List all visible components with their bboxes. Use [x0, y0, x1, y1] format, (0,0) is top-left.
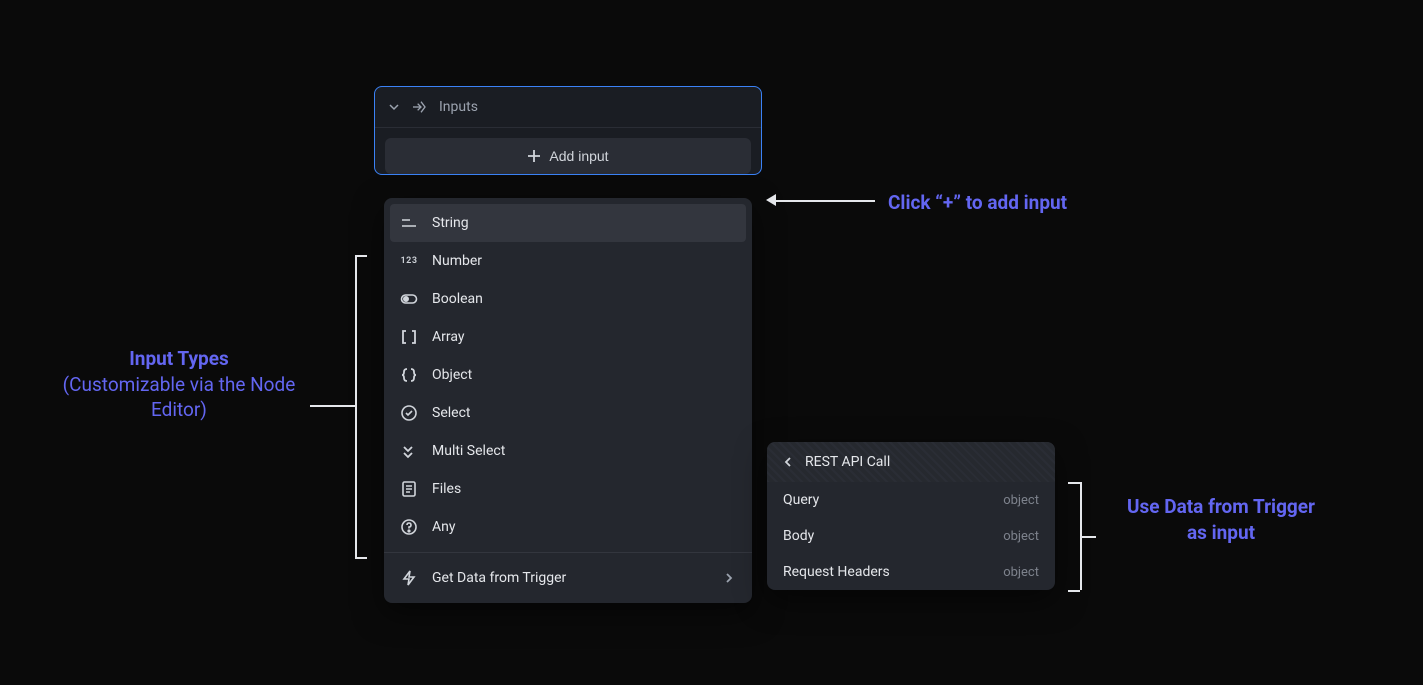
bracket-line — [355, 557, 367, 559]
type-option-any[interactable]: Any — [384, 508, 752, 546]
type-option-label: Multi Select — [432, 443, 505, 459]
type-option-boolean[interactable]: Boolean — [384, 280, 752, 318]
bracket-line — [310, 405, 355, 407]
flyout-row-label: Request Headers — [783, 564, 890, 580]
type-option-object[interactable]: Object — [384, 356, 752, 394]
flyout-row-type: object — [1003, 565, 1039, 580]
flyout-row-headers[interactable]: Request Headers object — [767, 554, 1055, 590]
inputs-panel-header[interactable]: Inputs — [375, 87, 761, 128]
number-icon: 123 — [400, 252, 418, 270]
bracket-line — [1080, 536, 1096, 538]
type-option-label: Array — [432, 329, 464, 345]
type-option-array[interactable]: Array — [384, 318, 752, 356]
type-option-label: Boolean — [432, 291, 483, 307]
braces-icon — [400, 366, 418, 384]
menu-divider — [384, 552, 752, 553]
chevron-left-icon — [781, 455, 795, 469]
trigger-data-flyout: REST API Call Query object Body object R… — [767, 442, 1055, 590]
bracket-line — [1068, 590, 1080, 592]
type-option-multi-select[interactable]: Multi Select — [384, 432, 752, 470]
file-icon — [400, 480, 418, 498]
type-option-label: Any — [432, 519, 456, 535]
multi-select-icon — [400, 442, 418, 460]
flyout-row-type: object — [1003, 529, 1039, 544]
select-icon — [400, 404, 418, 422]
flyout-header[interactable]: REST API Call — [767, 442, 1055, 482]
brackets-icon — [400, 328, 418, 346]
add-input-label: Add input — [549, 148, 608, 164]
bracket-line — [355, 255, 357, 557]
type-option-label: String — [432, 215, 469, 231]
text-icon — [400, 214, 418, 232]
annotation-subtitle: (Customizable via the Node Editor) — [54, 372, 304, 423]
question-icon — [400, 518, 418, 536]
type-option-label: Object — [432, 367, 472, 383]
flyout-title: REST API Call — [805, 454, 890, 470]
annotation-title: Input Types — [54, 346, 304, 372]
type-option-label: Number — [432, 253, 482, 269]
flyout-row-label: Query — [783, 492, 819, 508]
arrow-head-icon — [766, 194, 776, 206]
annotation-line: Use Data from Trigger — [1106, 494, 1336, 520]
annotation-text: Click “+” to add input — [888, 191, 1067, 214]
bracket-line — [355, 255, 367, 257]
type-option-number[interactable]: 123 Number — [384, 242, 752, 280]
arrow-line — [773, 200, 875, 202]
flyout-row-type: object — [1003, 493, 1039, 508]
type-option-label: Get Data from Trigger — [432, 570, 566, 586]
bolt-icon — [400, 569, 418, 587]
type-option-trigger-data[interactable]: Get Data from Trigger — [384, 559, 752, 597]
annotation-input-types: Input Types (Customizable via the Node E… — [54, 346, 304, 423]
chevron-right-icon — [722, 571, 736, 585]
flyout-row-label: Body — [783, 528, 814, 544]
inputs-panel: Inputs Add input — [374, 86, 762, 175]
type-option-label: Select — [432, 405, 470, 421]
toggle-icon — [400, 290, 418, 308]
caret-down-icon — [389, 102, 399, 112]
annotation-trigger-data: Use Data from Trigger as input — [1106, 494, 1336, 545]
annotation-add-input: Click “+” to add input — [888, 190, 1067, 216]
plus-icon — [527, 149, 541, 163]
input-arrow-icon — [411, 99, 427, 115]
input-type-menu: String 123 Number Boolean Array Object S… — [384, 198, 752, 603]
type-option-label: Files — [432, 481, 461, 497]
type-option-files[interactable]: Files — [384, 470, 752, 508]
annotation-line: as input — [1106, 520, 1336, 546]
type-option-select[interactable]: Select — [384, 394, 752, 432]
flyout-row-body[interactable]: Body object — [767, 518, 1055, 554]
inputs-panel-body: Add input — [375, 128, 761, 174]
bracket-line — [1068, 482, 1080, 484]
inputs-panel-title: Inputs — [439, 99, 478, 115]
add-input-button[interactable]: Add input — [385, 138, 751, 174]
flyout-row-query[interactable]: Query object — [767, 482, 1055, 518]
type-option-string[interactable]: String — [390, 204, 746, 242]
